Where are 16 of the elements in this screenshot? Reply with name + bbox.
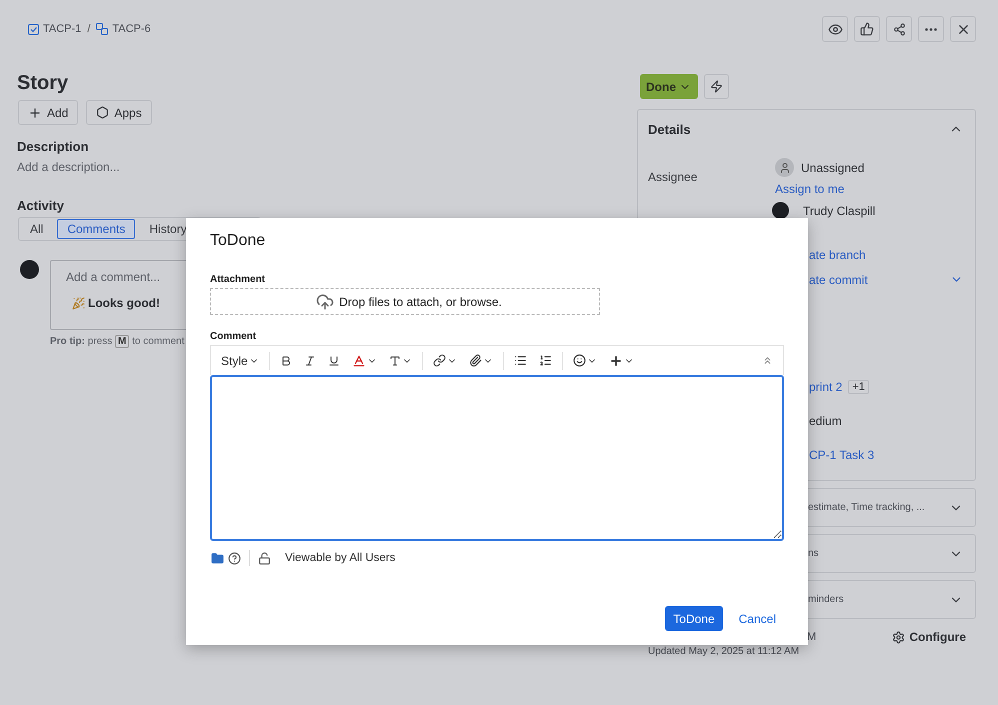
section-heading: Activity: [17, 198, 65, 213]
updated-text: Updated May 2, 2025 at 11:12 AM: [647, 646, 800, 657]
visibility-text: Viewable by All Users: [285, 552, 396, 564]
count-badge: +1: [848, 380, 869, 394]
created-text: M: [807, 631, 816, 643]
breadcrumb-separator: /: [87, 23, 90, 35]
section-label: ns: [808, 548, 819, 559]
field-label: Assignee: [648, 170, 698, 184]
dialog-title: ToDone: [210, 232, 266, 250]
panel-title: Details: [648, 122, 691, 136]
field-value: edium: [809, 414, 842, 428]
issue-title: Story: [17, 71, 70, 96]
section-label: estimate, Time tracking, ...: [808, 502, 925, 513]
field-label: Comment: [210, 331, 258, 342]
section-heading: Description: [17, 139, 90, 154]
section-label: minders: [808, 594, 844, 605]
